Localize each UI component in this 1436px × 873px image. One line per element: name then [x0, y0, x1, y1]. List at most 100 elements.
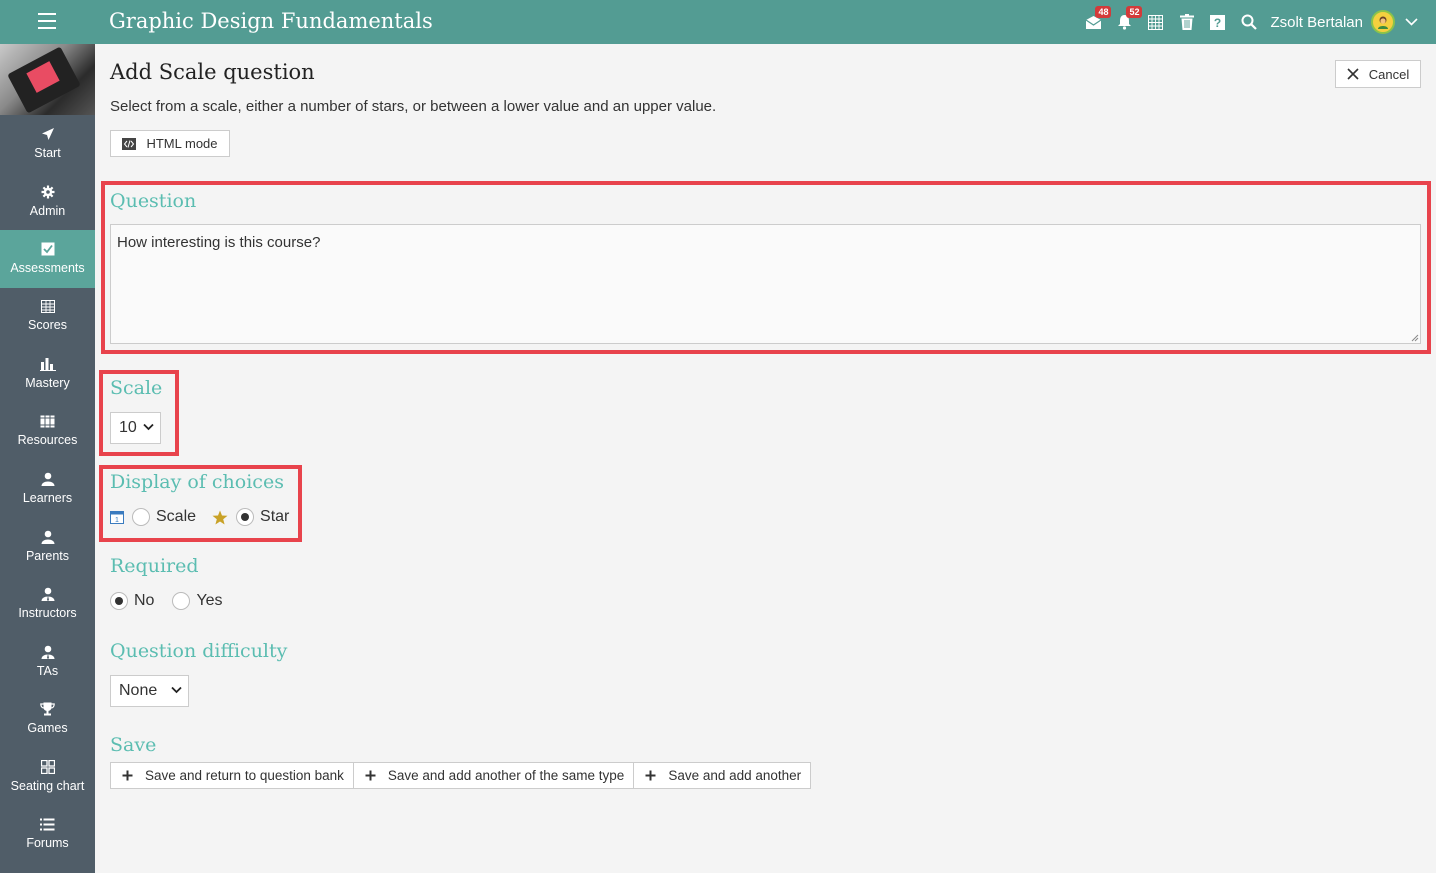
avatar[interactable] [1371, 10, 1395, 34]
course-thumbnail[interactable] [0, 44, 95, 115]
required-no-label: No [134, 592, 155, 609]
notifications-icon[interactable]: 52 [1109, 0, 1143, 44]
save-add-another-button[interactable]: Save and add another [634, 763, 810, 788]
save-return-button[interactable]: Save and return to question bank [111, 763, 354, 788]
page-title: Add Scale question [110, 60, 315, 84]
user-icon [41, 472, 54, 487]
sidebar-item-label: Games [27, 721, 68, 736]
main-content: Add Scale question Select from a scale, … [95, 44, 1436, 873]
svg-text:1: 1 [115, 517, 119, 524]
hamburger-menu-icon[interactable] [38, 13, 56, 31]
save-add-same-type-button[interactable]: Save and add another of the same type [354, 763, 635, 788]
ta-icon [41, 645, 54, 659]
sidebar-item-forums[interactable]: Forums [0, 805, 95, 863]
required-no-radio[interactable] [110, 592, 128, 610]
sidebar-item-learners[interactable]: Learners [0, 460, 95, 518]
chevron-down-icon [143, 423, 154, 431]
chevron-down-icon [171, 686, 182, 694]
difficulty-select[interactable]: None [110, 675, 189, 707]
sidebar-item-label: Scores [28, 318, 67, 333]
grid-icon [40, 759, 55, 774]
trash-icon[interactable] [1171, 0, 1202, 44]
sidebar: Start Admin Assessments Scores Mastery R… [0, 44, 95, 873]
sidebar-item-mastery[interactable]: Mastery [0, 345, 95, 403]
messages-icon[interactable]: 48 [1078, 0, 1112, 44]
bar-chart-icon [39, 358, 56, 372]
save-return-label: Save and return to question bank [145, 768, 344, 783]
display-scale-label: Scale [156, 508, 197, 525]
sidebar-item-tas[interactable]: TAs [0, 633, 95, 691]
user-name[interactable]: Zsolt Bertalan [1270, 14, 1363, 31]
plus-icon [645, 770, 656, 781]
sidebar-item-games[interactable]: Games [0, 690, 95, 748]
plus-icon [365, 770, 376, 781]
star-icon [212, 510, 228, 524]
sidebar-item-resources[interactable]: Resources [0, 403, 95, 461]
sidebar-item-label: Start [34, 146, 61, 161]
books-icon [40, 415, 55, 428]
difficulty-select-value: None [119, 682, 158, 699]
instructor-icon [41, 587, 54, 602]
required-yes-radio[interactable] [172, 592, 191, 610]
help-icon[interactable]: ? [1202, 0, 1233, 44]
course-title: Graphic Design Fundamentals [109, 9, 433, 33]
sidebar-item-assessments[interactable]: Assessments [0, 230, 95, 288]
sidebar-item-label: Admin [29, 203, 66, 218]
top-icons: 48 52 ? Zsolt Bertalan [1078, 0, 1436, 44]
top-bar: Graphic Design Fundamentals 48 52 ? Zsol… [0, 0, 1436, 44]
sidebar-item-seating-chart[interactable]: Seating chart [0, 748, 95, 806]
sidebar-item-label: Instructors [18, 606, 77, 621]
scale-calendar-icon: 1 [110, 511, 124, 524]
html-mode-button[interactable]: HTML mode [110, 130, 230, 157]
gear-icon [41, 185, 54, 199]
sidebar-item-label: TAs [36, 663, 59, 678]
sidebar-item-scores[interactable]: Scores [0, 288, 95, 346]
display-label: Display of choices [110, 471, 284, 493]
cancel-label: Cancel [1368, 66, 1410, 82]
save-add-another-label: Save and add another [668, 768, 802, 783]
user-menu-chevron-icon[interactable] [1405, 18, 1418, 26]
scale-select[interactable]: 10 [110, 412, 161, 444]
plus-icon [122, 770, 133, 781]
resize-grip-icon[interactable] [1411, 334, 1419, 342]
user-icon [41, 530, 54, 544]
sidebar-item-label: Forums [26, 835, 69, 850]
save-button-group: Save and return to question bank Save an… [110, 762, 812, 789]
sidebar-item-label: Resources [17, 433, 78, 448]
scale-select-value: 10 [119, 419, 137, 436]
difficulty-label: Question difficulty [110, 640, 288, 662]
scale-label: Scale [110, 377, 163, 399]
display-star-radio[interactable] [236, 508, 255, 526]
calendar-icon[interactable] [1140, 0, 1171, 44]
required-label: Required [110, 555, 199, 577]
html-mode-label: HTML mode [146, 136, 218, 151]
search-icon[interactable] [1233, 0, 1264, 44]
send-icon [41, 128, 54, 141]
display-scale-radio[interactable] [132, 508, 150, 526]
sidebar-item-start[interactable]: Start [0, 115, 95, 173]
sidebar-item-instructors[interactable]: Instructors [0, 575, 95, 633]
required-yes-label: Yes [196, 592, 223, 609]
sidebar-item-admin[interactable]: Admin [0, 173, 95, 231]
save-add-same-type-label: Save and add another of the same type [387, 768, 625, 783]
table-icon [40, 300, 55, 314]
page-subtitle: Select from a scale, either a number of … [110, 98, 717, 115]
required-options: No Yes [110, 592, 223, 610]
display-star-label: Star [260, 508, 290, 525]
save-label: Save [110, 734, 157, 756]
close-icon [1347, 68, 1359, 80]
list-icon [40, 818, 55, 831]
sidebar-item-label: Mastery [25, 376, 70, 391]
question-label: Question [110, 190, 197, 212]
checkbox-icon [41, 242, 54, 256]
sidebar-item-label: Seating chart [10, 778, 85, 793]
svg-text:?: ? [1214, 16, 1221, 30]
cancel-button[interactable]: Cancel [1335, 60, 1421, 88]
question-textarea[interactable]: How interesting is this course? [110, 224, 1421, 344]
sidebar-item-parents[interactable]: Parents [0, 518, 95, 576]
sidebar-item-label: Parents [25, 548, 70, 563]
display-options: 1 Scale Star [110, 508, 289, 526]
sidebar-item-label: Assessments [10, 261, 85, 276]
sidebar-item-label: Learners [22, 491, 73, 506]
trophy-icon [40, 702, 55, 716]
